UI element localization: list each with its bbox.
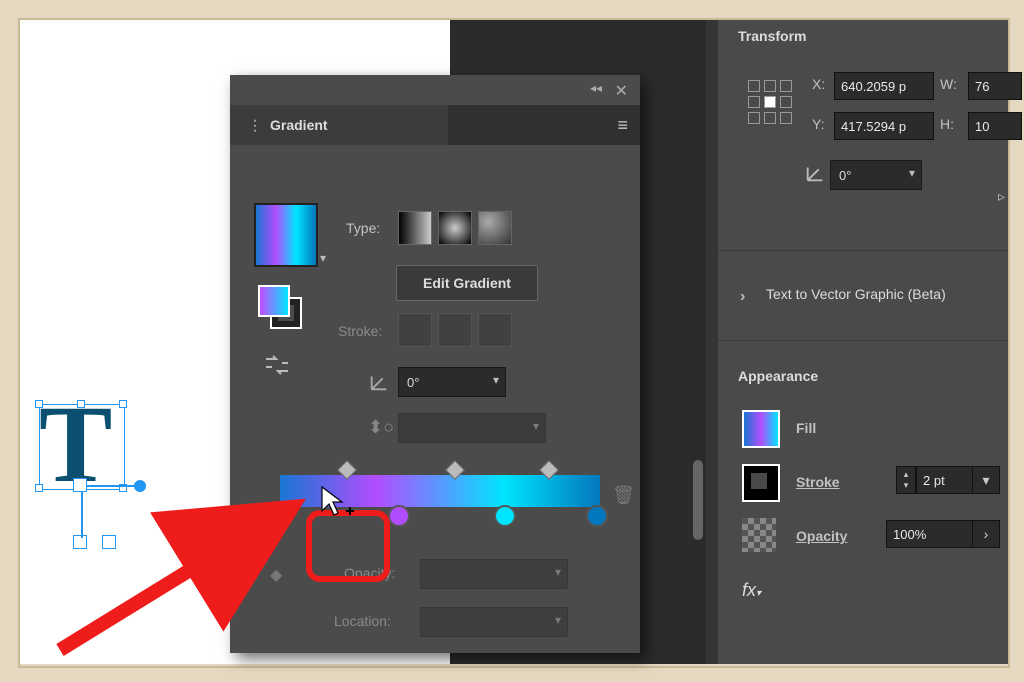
stroke-swatch[interactable] [742, 464, 780, 502]
properties-panel: Transform X: 640.2059 p W: 76 Y: 417.529… [718, 20, 1008, 664]
y-label: Y: [812, 116, 824, 132]
gradient-end-handle[interactable] [134, 480, 146, 492]
stroke-weight-input[interactable]: 2 pt [916, 466, 978, 494]
stop-location-select: ▾ [420, 607, 568, 637]
h-value: 10 [975, 119, 989, 134]
transform-angle-value: 0° [839, 168, 851, 183]
x-label: X: [812, 76, 825, 92]
gradient-panel: ◂◂ ✕ ⋮ Gradient ≡ ▾ Type: Edit Gradient … [230, 75, 640, 653]
opacity-swatch [742, 518, 776, 552]
gradient-angle-select[interactable]: 0° ▾ [398, 367, 506, 397]
text-to-vector-section[interactable]: Text to Vector Graphic (Beta) [766, 286, 946, 302]
stop-opacity-select: ▾ [420, 559, 568, 589]
gradient-slider[interactable] [280, 475, 600, 507]
stroke-weight-value: 2 pt [923, 473, 945, 488]
stroke-type-c [478, 313, 512, 347]
fill-label[interactable]: Fill [796, 420, 816, 436]
stroke-type-a [398, 313, 432, 347]
gradient-angle-value: 0° [407, 375, 419, 390]
angle-icon [804, 162, 826, 184]
appearance-section-title: Appearance [738, 368, 818, 384]
type-freeform-button[interactable] [478, 211, 512, 245]
stop-location-label: Location: [334, 613, 391, 629]
y-input[interactable]: 417.5294 p [834, 112, 934, 140]
gradient-aspect-line [81, 492, 83, 538]
type-linear-button[interactable] [398, 211, 432, 245]
color-stop-2[interactable] [388, 505, 410, 527]
divider [718, 340, 1008, 341]
color-stop-3[interactable] [494, 505, 516, 527]
chevron-down-icon: ▾ [533, 419, 539, 433]
swap-fill-stroke-icon[interactable] [264, 355, 290, 375]
type-label: Type: [346, 220, 380, 236]
midpoint-diamond[interactable] [445, 460, 465, 480]
aspect-ratio-icon: ⬍○ [368, 417, 394, 438]
trash-icon[interactable]: 🗑 [612, 485, 635, 506]
gradient-aspect-handle-b[interactable] [102, 535, 116, 549]
panel-menu-icon[interactable]: ≡ [617, 115, 628, 136]
w-label: W: [940, 76, 957, 92]
stroke-label[interactable]: Stroke [796, 474, 840, 490]
handle-bl[interactable] [35, 484, 43, 492]
opacity-input[interactable]: 100% [886, 520, 978, 548]
gradient-panel-tab[interactable]: ⋮ Gradient [230, 105, 448, 145]
w-input[interactable]: 76 [968, 72, 1022, 100]
y-value: 417.5294 p [841, 119, 906, 134]
fill-stroke-proxy[interactable] [258, 285, 298, 325]
type-radial-button[interactable] [438, 211, 472, 245]
reference-point-locator[interactable] [748, 80, 792, 124]
transform-section-title: Transform [738, 28, 806, 44]
gradient-aspect-handle-a[interactable] [73, 535, 87, 549]
fill-swatch[interactable] [742, 410, 780, 448]
divider [718, 250, 1008, 251]
w-value: 76 [975, 79, 989, 94]
fx-icon[interactable]: fx▾ [742, 580, 761, 601]
close-panel-icon[interactable]: ✕ [615, 81, 628, 101]
swatch-caret-icon[interactable]: ▾ [320, 251, 326, 265]
gradient-origin-handle[interactable] [73, 478, 87, 492]
edit-gradient-button[interactable]: Edit Gradient [396, 265, 538, 301]
aspect-ratio-select: ▾ [398, 413, 546, 443]
annotation-highlight-box [306, 510, 390, 582]
h-label: H: [940, 116, 954, 132]
stop-swatch-icon: ◆ [270, 565, 282, 585]
x-input[interactable]: 640.2059 p [834, 72, 934, 100]
collapse-chevron-icon[interactable]: › [740, 288, 745, 306]
stroke-profile-dropdown[interactable]: ▾ [972, 466, 1000, 494]
panel-divider[interactable] [706, 20, 718, 664]
gradient-current-swatch[interactable] [254, 203, 318, 267]
handle-tl[interactable] [35, 400, 43, 408]
drag-handle-icon[interactable]: ⋮ [248, 117, 262, 134]
chevron-down-icon: ▾ [493, 373, 499, 387]
chevron-down-icon: ▾ [909, 166, 915, 180]
opacity-more-button[interactable]: › [972, 520, 1000, 548]
stroke-gradient-label: Stroke: [338, 323, 382, 339]
h-input[interactable]: 10 [968, 112, 1022, 140]
gradient-annotator-line[interactable] [81, 485, 141, 487]
handle-tm[interactable] [77, 400, 85, 408]
opacity-label[interactable]: Opacity [796, 528, 847, 544]
handle-tr[interactable] [119, 400, 127, 408]
fill-proxy-icon[interactable] [258, 285, 290, 317]
color-stop-1[interactable] [271, 505, 293, 527]
gradient-panel-title: Gradient [270, 117, 328, 133]
panel-grip[interactable] [693, 460, 703, 540]
stroke-type-b [438, 313, 472, 347]
midpoint-diamond[interactable] [539, 460, 559, 480]
opacity-value: 100% [893, 527, 926, 542]
x-value: 640.2059 p [841, 79, 906, 94]
angle-icon [368, 371, 390, 393]
collapse-panel-icon[interactable]: ◂◂ [590, 81, 602, 95]
color-stop-4[interactable] [586, 505, 608, 527]
midpoint-diamond[interactable] [337, 460, 357, 480]
transform-angle-select[interactable]: 0° ▾ [830, 160, 922, 190]
more-transform-icon[interactable]: ▹ [998, 188, 1005, 205]
stroke-stepper[interactable]: ▴▾ [896, 466, 916, 494]
